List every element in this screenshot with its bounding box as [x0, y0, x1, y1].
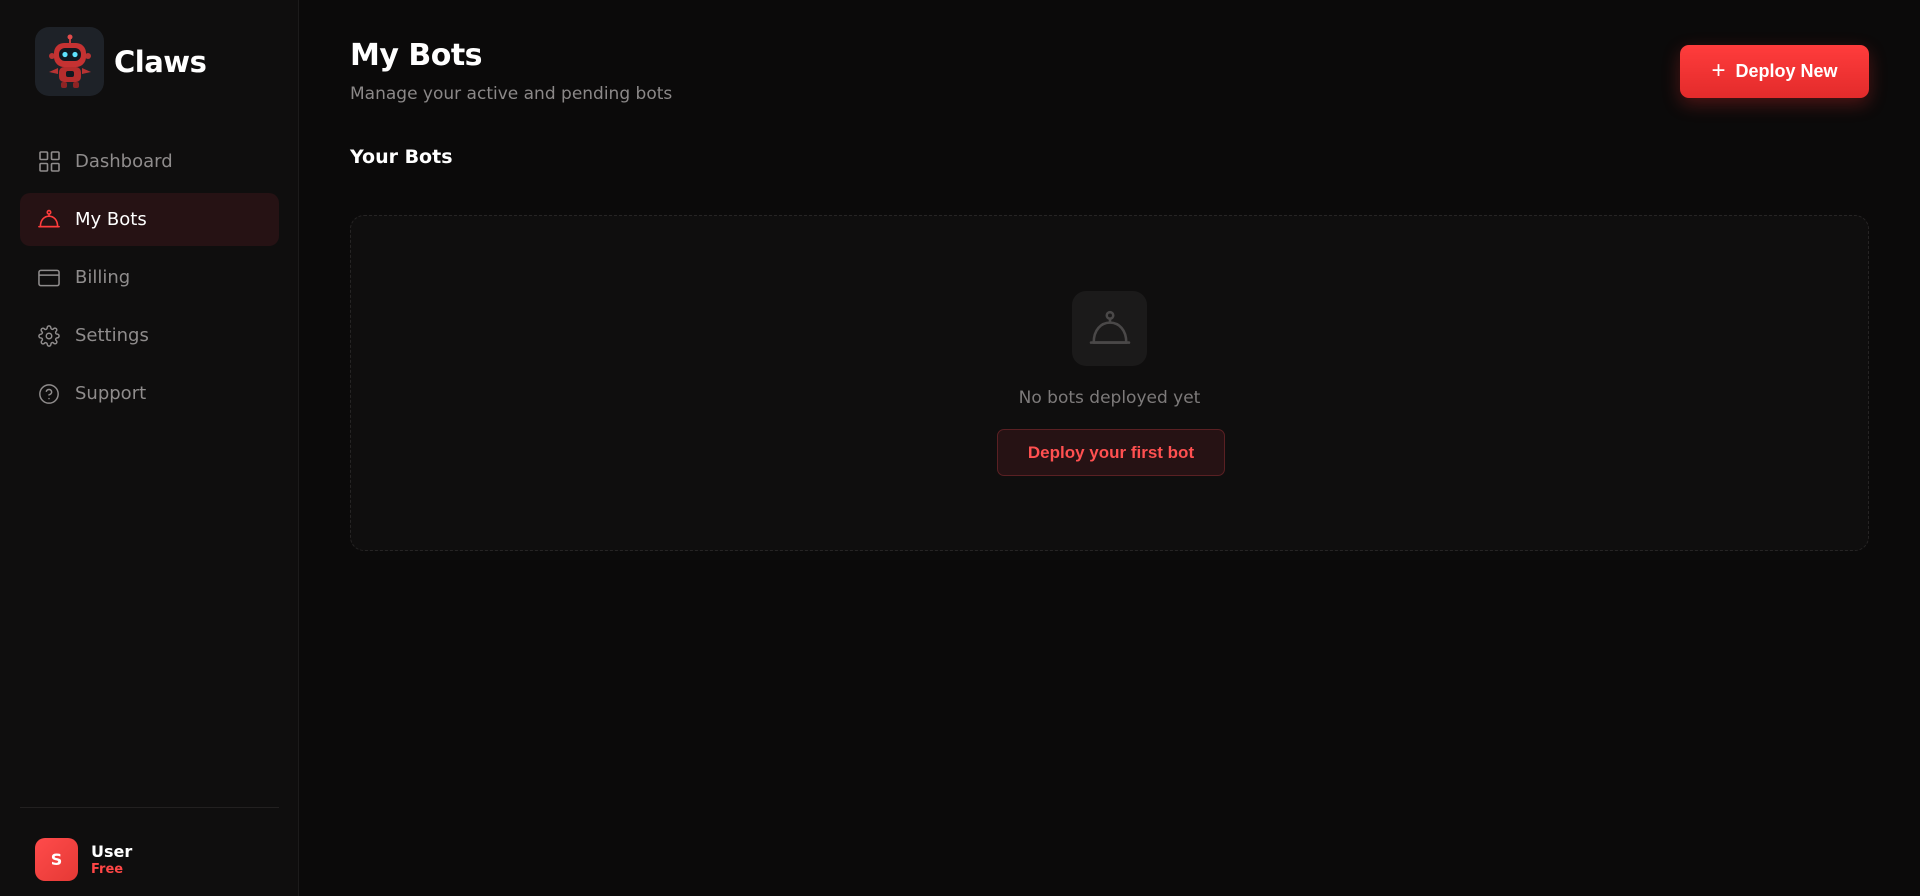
bot-icon	[38, 209, 60, 231]
sidebar-item-my-bots[interactable]: My Bots	[20, 193, 279, 246]
sidebar-item-label: Support	[75, 383, 147, 404]
user-info: User Free	[91, 842, 132, 878]
empty-state-message: No bots deployed yet	[1018, 388, 1201, 408]
brand[interactable]: Claws	[35, 27, 207, 96]
sidebar-item-label: Billing	[75, 267, 131, 288]
gear-icon	[38, 324, 60, 347]
brand-name: Claws	[114, 44, 207, 79]
sidebar-item-settings[interactable]: Settings	[20, 309, 279, 362]
deploy-first-bot-button[interactable]: Deploy your first bot	[997, 429, 1225, 476]
page-title: My Bots	[350, 38, 483, 73]
sidebar-item-label: Settings	[75, 325, 149, 346]
plus-icon: +	[1711, 56, 1726, 84]
main-content: My Bots Manage your active and pending b…	[299, 0, 1920, 896]
sidebar-nav: Dashboard My Bots Billing Settings Suppo…	[20, 135, 279, 425]
help-circle-icon	[38, 383, 60, 405]
bot-icon	[1072, 291, 1147, 366]
section-title-your-bots: Your Bots	[350, 146, 453, 168]
sidebar-item-billing[interactable]: Billing	[20, 251, 279, 304]
grid-icon	[38, 151, 60, 173]
app-root: Claws Dashboard My Bots Billing Settings…	[0, 0, 1920, 896]
avatar: S	[35, 838, 78, 881]
user-profile[interactable]: S User Free	[35, 838, 132, 881]
user-name: User	[91, 841, 133, 861]
card-icon	[38, 267, 60, 289]
sidebar-item-label: My Bots	[75, 209, 147, 230]
sidebar-item-label: Dashboard	[75, 151, 173, 172]
page-subtitle: Manage your active and pending bots	[350, 84, 673, 104]
user-plan-badge: Free	[91, 861, 124, 877]
deploy-new-button[interactable]: + Deploy New	[1680, 45, 1869, 98]
sidebar-divider	[20, 807, 279, 808]
robot-logo-icon	[35, 27, 104, 96]
sidebar-item-dashboard[interactable]: Dashboard	[20, 135, 279, 188]
deploy-new-label: Deploy New	[1735, 61, 1838, 81]
empty-state-card: No bots deployed yet Deploy your first b…	[350, 215, 1869, 551]
sidebar: Claws Dashboard My Bots Billing Settings…	[0, 0, 299, 896]
sidebar-item-support[interactable]: Support	[20, 367, 279, 420]
